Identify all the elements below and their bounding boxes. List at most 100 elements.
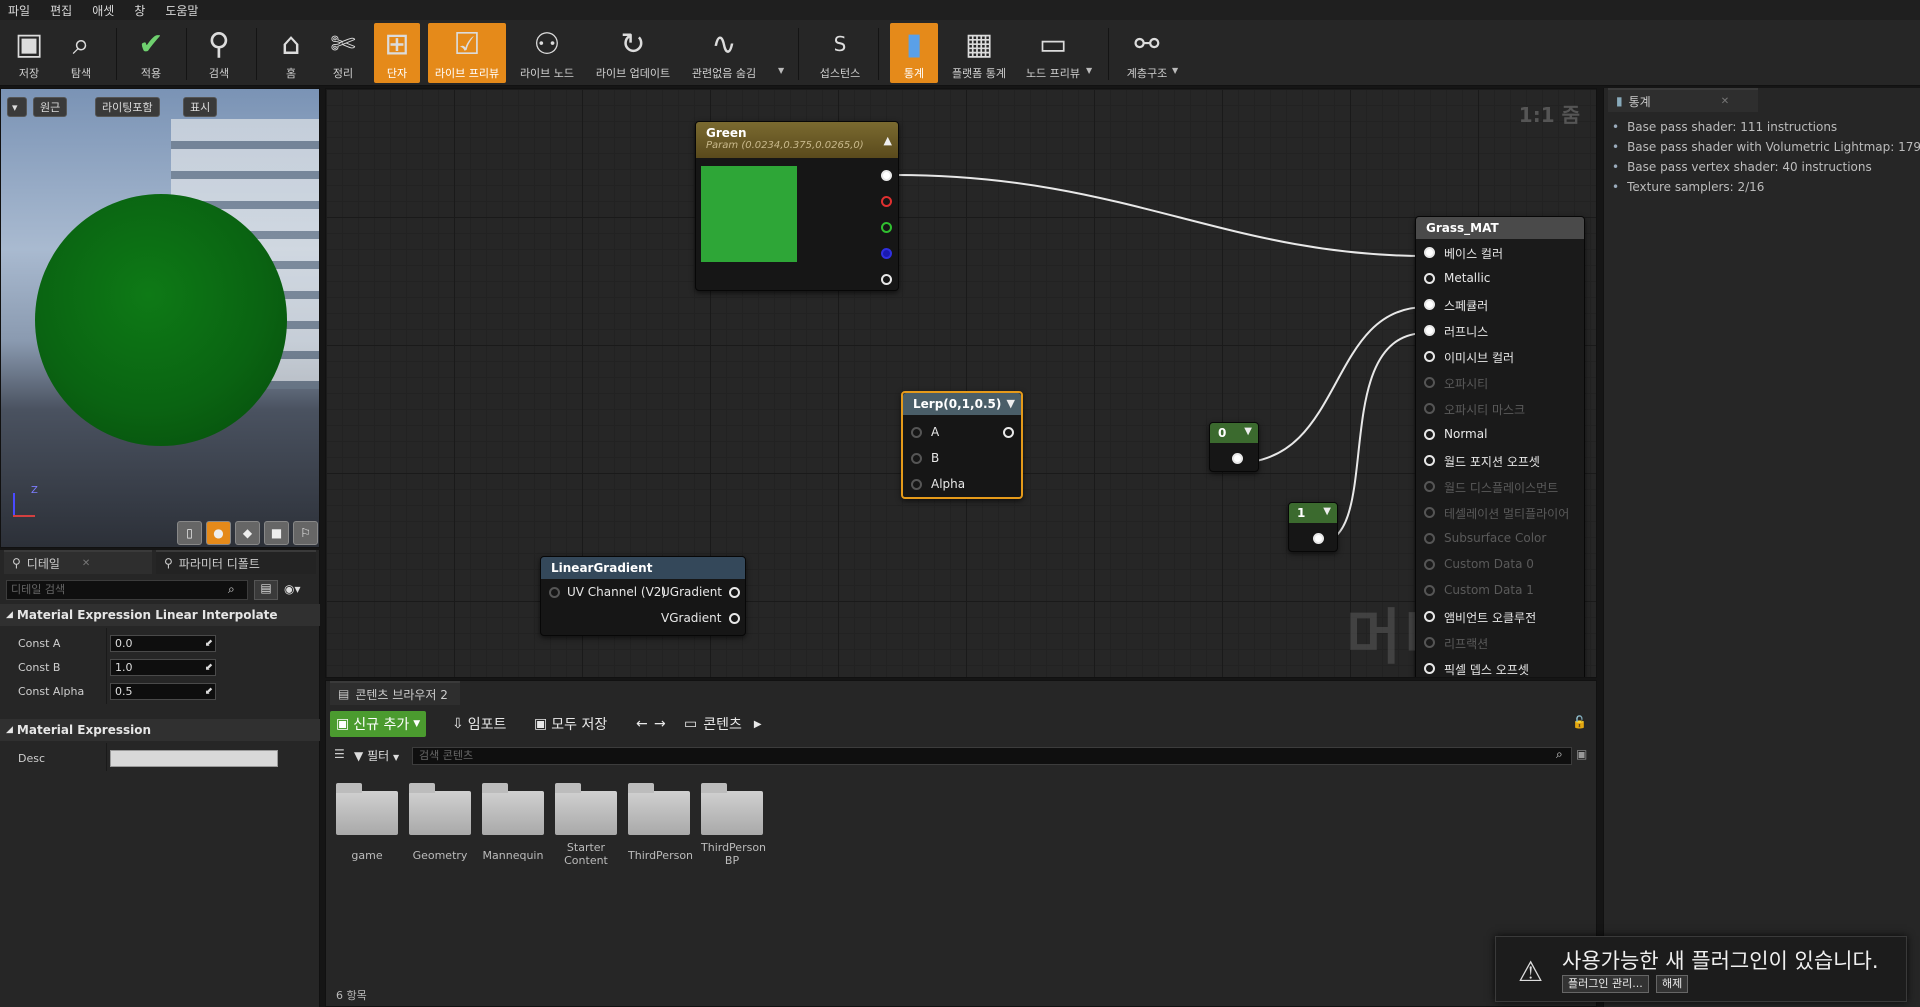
const-a-input[interactable]: 0.0 ⬋ <box>110 635 216 652</box>
material-input-pin[interactable] <box>1424 663 1435 674</box>
menu-asset[interactable]: 애셋 <box>92 2 114 19</box>
folder-item[interactable]: Geometry <box>409 783 471 893</box>
chevron-down-icon[interactable]: ▼ <box>1244 426 1252 437</box>
close-icon[interactable]: ✕ <box>82 558 90 569</box>
output-pin-rgb[interactable] <box>881 170 892 181</box>
details-search-input[interactable]: 디테일 검색 <box>6 580 248 600</box>
lit-button[interactable]: 라이팅포함 <box>95 97 160 117</box>
constant-1-node[interactable]: 1 ▼ <box>1288 502 1338 552</box>
material-input-pin[interactable] <box>1424 559 1435 570</box>
perspective-button[interactable]: 원근 <box>33 97 68 117</box>
eye-icon[interactable]: ◉▾ <box>284 582 301 596</box>
chevron-down-icon[interactable]: ▼ <box>778 66 784 75</box>
input-pin-uv-channel[interactable] <box>549 587 560 598</box>
output-pin-const0[interactable] <box>1232 453 1243 464</box>
folder-item[interactable]: ThirdPerson <box>628 783 693 893</box>
chevron-down-icon[interactable]: ▼ <box>1007 397 1015 410</box>
platform-stats-button[interactable]: ▦ 플랫폼 통계 <box>946 23 1012 83</box>
green-node-header[interactable]: Green Param (0.0234,0.375,0.0265,0) <box>696 122 898 158</box>
browse-button[interactable]: ⌕ 탐색 <box>60 23 102 83</box>
output-pin-ugradient[interactable] <box>729 587 740 598</box>
save-all-button[interactable]: ▣ 모두 저장 <box>528 711 613 737</box>
linear-gradient-node-header[interactable]: LinearGradient <box>541 557 745 579</box>
folder-item[interactable]: game <box>336 783 398 893</box>
material-input-pin[interactable] <box>1424 611 1435 622</box>
material-input-pin[interactable] <box>1424 273 1435 284</box>
green-param-node[interactable]: Green Param (0.0234,0.375,0.0265,0) ▲ <box>695 121 899 291</box>
tab-stats[interactable]: ▮ 통계 ✕ <box>1608 88 1758 112</box>
material-input-pin[interactable] <box>1424 507 1435 518</box>
viewport-options-button[interactable]: ▾ <box>7 97 27 117</box>
chevron-down-icon[interactable]: ▼ <box>1323 506 1331 517</box>
live-update-button[interactable]: ↻ 라이브 업데이트 <box>590 23 676 83</box>
const-alpha-input[interactable]: 0.5 ⬋ <box>110 683 216 700</box>
folder-item[interactable]: Starter Content <box>555 783 617 893</box>
live-nodes-button[interactable]: ⚇ 라이브 노드 <box>514 23 580 83</box>
grid-view-icon[interactable]: ▤ <box>254 580 278 600</box>
material-node-header[interactable]: Grass_MAT <box>1416 217 1584 239</box>
desc-input[interactable] <box>110 750 278 767</box>
tab-content-browser[interactable]: ▤ 콘텐츠 브라우저 2 <box>330 681 460 705</box>
live-preview-button[interactable]: ☑ 라이브 프리뷰 <box>428 23 506 83</box>
output-pin-vgradient[interactable] <box>729 613 740 624</box>
instance-button[interactable]: S 섭스턴스 <box>812 23 868 83</box>
stats-button[interactable]: ▮ 통계 <box>890 23 938 83</box>
chevron-down-icon[interactable]: ▼ <box>1086 66 1092 75</box>
folder-item[interactable]: Mannequin <box>482 783 544 893</box>
dismiss-button[interactable]: 해제 <box>1656 975 1689 993</box>
material-input-pin[interactable] <box>1424 299 1435 310</box>
lerp-node[interactable]: Lerp(0,1,0.5) ▼ A B Alpha <box>901 391 1023 499</box>
sources-toggle-icon[interactable]: ☰ <box>334 747 345 761</box>
save-search-icon[interactable]: ▣ <box>1576 747 1587 761</box>
node-preview-button[interactable]: ▭ 노드 프리뷰 <box>1020 23 1086 83</box>
hierarchy-button[interactable]: ⚯ 계층구조 <box>1122 23 1172 83</box>
output-pin-lerp[interactable] <box>1003 427 1014 438</box>
cube-shape-icon[interactable]: ■ <box>264 521 289 545</box>
material-graph-editor[interactable]: 1:1 줌 머티리얼 Green Param (0.0234,0.375,0.0… <box>325 88 1597 678</box>
save-button[interactable]: ▣ 저장 <box>8 23 50 83</box>
close-icon[interactable]: ✕ <box>1721 96 1729 107</box>
output-pin-b[interactable] <box>881 248 892 259</box>
lock-icon[interactable]: 🔓 <box>1572 715 1587 729</box>
material-input-pin[interactable] <box>1424 247 1435 258</box>
section-linear-interpolate[interactable]: ◢ Material Expression Linear Interpolate <box>0 604 320 626</box>
output-pin-a[interactable] <box>881 274 892 285</box>
material-input-pin[interactable] <box>1424 325 1435 336</box>
material-result-node[interactable]: Grass_MAT 베이스 컬러 Metallic 스페큘러 러프니스 이미시브 컬러 오… <box>1415 216 1585 677</box>
material-input-pin[interactable] <box>1424 585 1435 596</box>
chevron-down-icon[interactable]: ▼ <box>1172 66 1178 75</box>
output-pin-const1[interactable] <box>1313 533 1324 544</box>
linear-gradient-node[interactable]: LinearGradient UV Channel (V2) UGradient… <box>540 556 746 636</box>
hide-unrelated-button[interactable]: ∿ 관련없음 숨김 <box>686 23 762 83</box>
input-pin-a[interactable] <box>911 427 922 438</box>
cylinder-shape-icon[interactable]: ▯ <box>177 521 202 545</box>
menu-edit[interactable]: 편집 <box>50 2 72 19</box>
const-b-input[interactable]: 1.0 ⬋ <box>110 659 216 676</box>
material-input-pin[interactable] <box>1424 455 1435 466</box>
material-input-pin[interactable] <box>1424 481 1435 492</box>
output-pin-g[interactable] <box>881 222 892 233</box>
material-input-pin[interactable] <box>1424 351 1435 362</box>
lerp-node-header[interactable]: Lerp(0,1,0.5) <box>903 393 1021 415</box>
menu-file[interactable]: 파일 <box>8 2 30 19</box>
material-input-pin[interactable] <box>1424 429 1435 440</box>
sphere-shape-icon[interactable]: ● <box>206 521 231 545</box>
breadcrumb[interactable]: ▭ 콘텐츠 ▶ <box>678 711 768 737</box>
custom-mesh-icon[interactable]: ⚐ <box>293 521 318 545</box>
material-preview-viewport[interactable]: ▾ 원근 라이팅포함 표시 Z ▯ ● ◆ ■ ⚐ <box>0 88 320 548</box>
add-new-button[interactable]: ▣ 신규 추가 ▼ <box>330 711 427 737</box>
output-pin-r[interactable] <box>881 196 892 207</box>
connectors-button[interactable]: ⊞ 단자 <box>374 23 420 83</box>
forward-button[interactable]: → <box>648 711 672 737</box>
manage-plugins-button[interactable]: 플러그인 관리... <box>1562 975 1649 993</box>
input-pin-b[interactable] <box>911 453 922 464</box>
material-input-pin[interactable] <box>1424 403 1435 414</box>
search-button[interactable]: ⚲ 검색 <box>198 23 240 83</box>
section-material-expression[interactable]: ◢ Material Expression <box>0 719 320 741</box>
filter-button[interactable]: ▼ 필터 ▼ <box>354 747 399 764</box>
home-button[interactable]: ⌂ 홈 <box>270 23 312 83</box>
folder-item[interactable]: ThirdPerson BP <box>701 783 766 893</box>
clean-button[interactable]: ✄ 정리 <box>322 23 364 83</box>
menu-window[interactable]: 창 <box>134 2 145 19</box>
constant-0-node[interactable]: 0 ▼ <box>1209 422 1259 472</box>
